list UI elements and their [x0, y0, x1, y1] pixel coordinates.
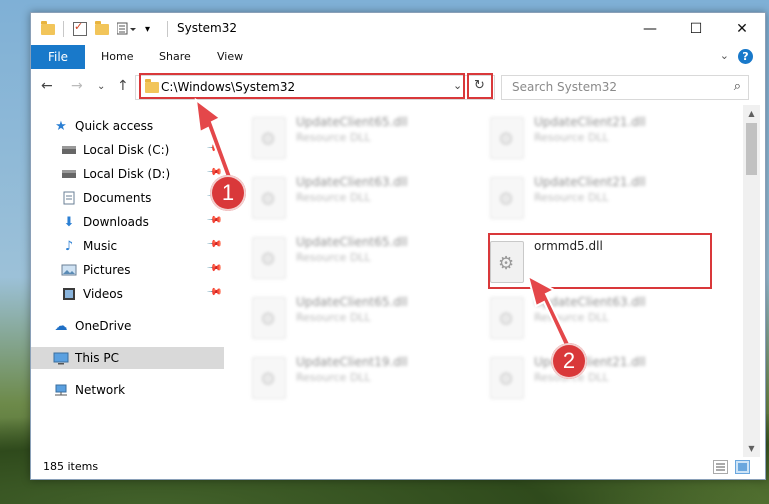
refresh-highlight	[467, 73, 493, 99]
file-item[interactable]: UpdateClient63.dll Resource DLL	[248, 173, 478, 229]
separator	[167, 20, 168, 38]
status-bar: 185 items	[31, 457, 765, 479]
details-view-icon[interactable]	[713, 460, 728, 474]
title-bar: ▾ System32 — ☐ ✕	[31, 13, 765, 45]
file-explorer-window: ▾ System32 — ☐ ✕ File Home Share View ⌄ …	[30, 12, 766, 480]
sidebar-item-label: Music	[83, 239, 118, 253]
sidebar-item-downloads[interactable]: ⬇ Downloads 📌	[31, 211, 224, 233]
dll-file-icon	[490, 357, 524, 399]
drive-icon	[61, 167, 77, 181]
sidebar-item-label: Videos	[83, 287, 123, 301]
sidebar-item-this-pc[interactable]: This PC	[31, 347, 224, 369]
sidebar-item-label: Quick access	[75, 119, 154, 133]
recent-locations-chevron-icon[interactable]: ⌄	[97, 81, 105, 92]
file-item[interactable]: UpdateClient19.dll Resource DLL	[248, 353, 478, 409]
scrollbar-thumb[interactable]	[746, 123, 757, 175]
file-item[interactable]: UpdateClient21.dll Resource DLL	[486, 353, 716, 409]
scroll-up-icon[interactable]: ▲	[743, 105, 760, 122]
sidebar-item-label: Local Disk (C:)	[83, 143, 170, 157]
large-icons-view-icon[interactable]	[735, 460, 750, 474]
pin-icon[interactable]: 📌	[205, 284, 222, 301]
help-icon[interactable]: ?	[738, 49, 753, 64]
pin-icon[interactable]: 📌	[205, 260, 222, 277]
sidebar-item-music[interactable]: ♪ Music 📌	[31, 235, 224, 257]
chevron-down-icon[interactable]: ⌄	[720, 49, 729, 62]
network-icon	[53, 383, 69, 397]
sidebar-item-label: Pictures	[83, 263, 131, 277]
dll-file-icon	[252, 177, 286, 219]
sidebar-item-network[interactable]: Network	[31, 379, 224, 401]
minimize-button[interactable]: —	[627, 13, 673, 45]
folder-icon	[41, 20, 55, 38]
navigation-bar: ← → ⌄ ↑ C:\Windows\System32 ⌄ ↻ Search S…	[31, 69, 765, 105]
dll-file-icon	[252, 117, 286, 159]
search-input[interactable]: Search System32 ⌕	[501, 75, 749, 100]
star-icon: ★	[55, 118, 67, 134]
tab-home[interactable]: Home	[101, 50, 133, 63]
properties-icon[interactable]	[73, 20, 87, 38]
chevron-down-icon[interactable]: ▾	[145, 20, 150, 38]
sidebar-item-label: Network	[75, 383, 126, 397]
window-title: System32	[177, 21, 238, 35]
dll-file-icon	[252, 237, 286, 279]
dll-file-icon	[252, 297, 286, 339]
dll-file-icon	[490, 117, 524, 159]
sidebar-item-label: OneDrive	[75, 319, 132, 333]
pictures-icon	[61, 263, 77, 277]
music-icon: ♪	[64, 238, 74, 254]
close-button[interactable]: ✕	[719, 13, 765, 45]
documents-icon	[61, 191, 77, 205]
cloud-icon: ☁	[54, 318, 68, 334]
file-item[interactable]: UpdateClient21.dll Resource DLL	[486, 173, 716, 229]
sidebar-item-label: Local Disk (D:)	[83, 167, 171, 181]
file-item[interactable]: UpdateClient65.dll Resource DLL	[248, 113, 478, 169]
customize-toolbar-icon[interactable]	[117, 20, 139, 38]
tab-view[interactable]: View	[217, 50, 243, 63]
pc-icon	[53, 351, 69, 365]
sidebar-item-label: This PC	[75, 351, 119, 365]
dll-file-icon	[490, 177, 524, 219]
download-icon: ⬇	[63, 214, 75, 230]
file-item[interactable]: UpdateClient65.dll Resource DLL	[248, 233, 478, 289]
dll-file-icon	[252, 357, 286, 399]
sidebar-item-videos[interactable]: Videos 📌	[31, 283, 224, 305]
videos-icon	[61, 287, 77, 301]
dll-file-icon	[490, 297, 524, 339]
tab-share[interactable]: Share	[159, 50, 191, 63]
file-item[interactable]: UpdateClient21.dll Resource DLL	[486, 113, 716, 169]
file-item[interactable]: UpdateClient63.dll Resource DLL	[486, 293, 716, 349]
file-list: UpdateClient65.dll Resource DLL UpdateCl…	[228, 105, 743, 457]
file-item[interactable]: UpdateClient65.dll Resource DLL	[248, 293, 478, 349]
drive-icon	[61, 143, 77, 157]
back-arrow-icon[interactable]: ←	[41, 78, 53, 94]
sidebar-item-pictures[interactable]: Pictures 📌	[31, 259, 224, 281]
up-arrow-icon[interactable]: ↑	[117, 78, 129, 94]
step-badge-2: 2	[551, 343, 587, 379]
tab-file[interactable]: File	[31, 45, 85, 69]
pin-icon[interactable]: 📌	[205, 236, 222, 253]
sidebar-item-onedrive[interactable]: ☁ OneDrive	[31, 315, 224, 337]
search-icon[interactable]: ⌕	[734, 79, 741, 94]
step-badge-1: 1	[210, 175, 246, 211]
forward-arrow-icon[interactable]: →	[71, 78, 83, 94]
search-placeholder: Search System32	[512, 80, 618, 94]
pin-icon[interactable]: 📌	[205, 212, 222, 229]
item-count: 185 items	[43, 460, 99, 473]
vertical-scrollbar[interactable]: ▲ ▼	[743, 105, 760, 457]
scroll-down-icon[interactable]: ▼	[743, 440, 760, 457]
new-folder-icon[interactable]	[95, 20, 109, 38]
maximize-button[interactable]: ☐	[673, 13, 719, 45]
separator	[63, 20, 64, 38]
sidebar-item-label: Downloads	[83, 215, 149, 229]
ribbon-tabs: File Home Share View ⌄ ?	[31, 45, 765, 69]
sidebar-item-label: Documents	[83, 191, 152, 205]
